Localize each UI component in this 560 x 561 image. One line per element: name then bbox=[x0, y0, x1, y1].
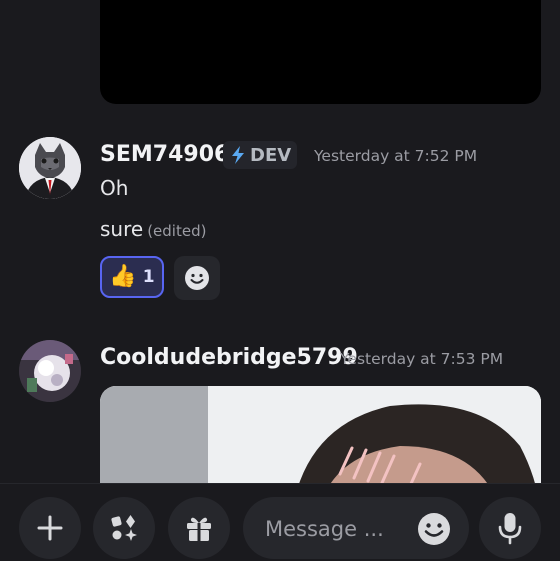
user-avatar-image bbox=[19, 340, 81, 402]
message-text: sure (edited) bbox=[100, 217, 207, 241]
message-timestamp: Yesterday at 7:52 PM bbox=[314, 147, 478, 165]
message-input[interactable] bbox=[263, 511, 407, 547]
apps-icon bbox=[111, 515, 137, 541]
thumbs-up-icon: 👍 bbox=[109, 264, 137, 289]
cat-avatar-image bbox=[19, 137, 81, 199]
message-text: Oh bbox=[100, 176, 129, 200]
microphone-icon bbox=[498, 513, 522, 545]
plus-icon bbox=[37, 515, 63, 541]
avatar[interactable] bbox=[19, 340, 81, 402]
lightning-icon bbox=[232, 146, 244, 164]
message-author[interactable]: SEM74906 bbox=[100, 142, 229, 167]
apps-button[interactable] bbox=[93, 497, 155, 559]
dev-badge: DEV bbox=[223, 141, 298, 169]
message-author[interactable]: Cooldudebridge5799 bbox=[100, 345, 358, 370]
add-reaction-button[interactable] bbox=[174, 256, 220, 300]
emoji-icon bbox=[418, 513, 450, 545]
message-timestamp: Yesterday at 7:53 PM bbox=[340, 350, 504, 368]
previous-media-attachment[interactable] bbox=[100, 0, 541, 104]
gift-icon bbox=[187, 517, 211, 541]
smiley-icon bbox=[185, 266, 209, 290]
reaction-thumbs-up[interactable]: 👍 1 bbox=[100, 256, 164, 298]
avatar[interactable] bbox=[19, 137, 81, 199]
add-attachment-button[interactable] bbox=[19, 497, 81, 559]
emoji-picker-button[interactable] bbox=[414, 509, 454, 549]
reaction-count: 1 bbox=[142, 267, 155, 287]
edited-label: (edited) bbox=[147, 222, 207, 240]
gift-button[interactable] bbox=[168, 497, 230, 559]
badge-label: DEV bbox=[250, 144, 292, 166]
voice-message-button[interactable] bbox=[479, 497, 541, 559]
